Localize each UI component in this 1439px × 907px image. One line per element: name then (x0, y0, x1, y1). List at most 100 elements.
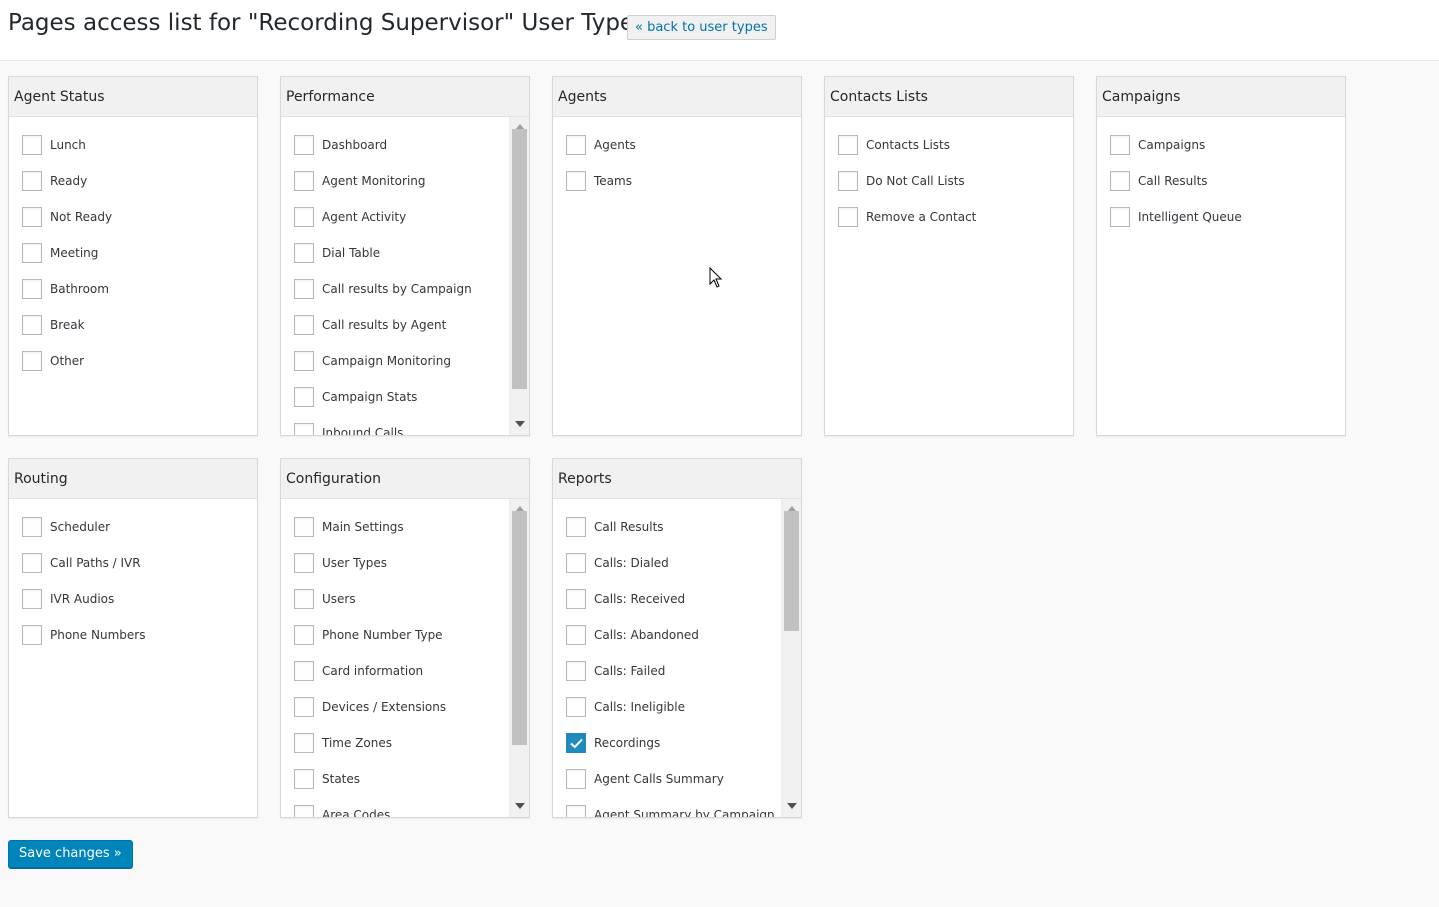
checkbox-label: Call Results (1138, 174, 1208, 188)
scroll-down-arrow-icon[interactable] (787, 803, 797, 809)
checkbox-label: Inbound Calls (322, 426, 404, 435)
checkbox-list: Contacts Lists Do Not Call Lists Remove a … (825, 117, 1073, 435)
checkbox[interactable] (294, 315, 314, 335)
checkbox-label: Call Paths / IVR (50, 556, 141, 570)
checkbox[interactable] (294, 625, 314, 645)
checkbox-label: Calls: Abandoned (594, 628, 699, 642)
checkbox[interactable] (22, 517, 42, 537)
checkbox-label: User Types (322, 556, 387, 570)
checkbox-label: Do Not Call Lists (866, 174, 965, 188)
checkbox-checked[interactable] (566, 733, 586, 753)
panel-title: Agents (553, 77, 801, 117)
checkbox-label: Users (322, 592, 356, 606)
checkbox[interactable] (294, 733, 314, 753)
checkbox[interactable] (294, 387, 314, 407)
checkbox[interactable] (294, 351, 314, 371)
checkbox[interactable] (22, 135, 42, 155)
checkbox[interactable] (1110, 207, 1130, 227)
panel-title: Routing (9, 459, 257, 499)
checkbox-label: Agent Calls Summary (594, 772, 724, 786)
checkbox[interactable] (566, 553, 586, 573)
panel-performance: Performance Dashboard Agent Monitoring Age… (280, 76, 530, 436)
panel-title: Performance (281, 77, 529, 117)
checkbox[interactable] (294, 589, 314, 609)
checkbox[interactable] (566, 589, 586, 609)
checkbox[interactable] (566, 625, 586, 645)
checkbox-label: Teams (594, 174, 632, 188)
checkbox-label: Call Results (594, 520, 664, 534)
checkbox-label: States (322, 772, 361, 786)
checkbox[interactable] (294, 769, 314, 789)
page-header: Pages access list for "Recording Supervi… (0, 0, 1439, 61)
checkbox[interactable] (294, 517, 314, 537)
page-title: Pages access list for "Recording Supervi… (8, 10, 635, 36)
checkbox[interactable] (294, 135, 314, 155)
checkbox[interactable] (1110, 171, 1130, 191)
checkbox[interactable] (294, 553, 314, 573)
panel-title: Contacts Lists (825, 77, 1073, 117)
checkbox-label: IVR Audios (50, 592, 115, 606)
checkbox[interactable] (22, 243, 42, 263)
panel-contacts-lists: Contacts Lists Contacts Lists Do Not Call… (824, 76, 1074, 436)
checkbox[interactable] (22, 553, 42, 573)
checkbox[interactable] (566, 135, 586, 155)
checkbox[interactable] (838, 207, 858, 227)
checkbox-label: Campaign Monitoring (322, 354, 451, 368)
checkbox-label: Card information (322, 664, 424, 678)
checkbox-label: Meeting (50, 246, 99, 260)
scrollbar[interactable] (781, 499, 801, 817)
checkbox[interactable] (22, 279, 42, 299)
checkbox[interactable] (294, 207, 314, 227)
checkbox-list: Dashboard Agent Monitoring Agent Activity D… (281, 117, 509, 435)
checkbox-label: Agent Activity (322, 210, 407, 224)
checkbox-label: Break (50, 318, 85, 332)
checkbox-label: Calls: Ineligible (594, 700, 685, 714)
scrollbar-thumb[interactable] (512, 511, 527, 745)
checkbox[interactable] (1110, 135, 1130, 155)
back-to-user-types-link[interactable]: « back to user types (627, 15, 776, 40)
panel-reports: Reports Call Results Calls: Dialed Calls: … (552, 458, 802, 818)
checkbox[interactable] (294, 697, 314, 717)
panel-agent-status: Agent Status Lunch Ready Not Ready Meeting B… (8, 76, 258, 436)
checkbox[interactable] (294, 171, 314, 191)
checkbox-label: Call results by Agent (322, 318, 447, 332)
checkbox-label: Agent Monitoring (322, 174, 426, 188)
checkbox[interactable] (22, 171, 42, 191)
checkbox[interactable] (566, 805, 586, 817)
checkbox[interactable] (566, 171, 586, 191)
checkbox[interactable] (294, 423, 314, 435)
scrollbar[interactable] (509, 117, 529, 435)
checkbox-label: Ready (50, 174, 88, 188)
panel-title: Configuration (281, 459, 529, 499)
checkbox-label: Calls: Failed (594, 664, 666, 678)
panel-routing: Routing Scheduler Call Paths / IVR IVR Aud… (8, 458, 258, 818)
checkbox[interactable] (22, 625, 42, 645)
checkbox[interactable] (294, 243, 314, 263)
checkbox[interactable] (838, 171, 858, 191)
scrollbar-thumb[interactable] (512, 129, 527, 389)
checkbox[interactable] (566, 697, 586, 717)
checkbox[interactable] (566, 517, 586, 537)
checkbox-label: Lunch (50, 138, 86, 152)
checkbox[interactable] (566, 661, 586, 681)
panel-title: Reports (553, 459, 801, 499)
checkbox[interactable] (294, 661, 314, 681)
scrollbar[interactable] (509, 499, 529, 817)
checkbox[interactable] (22, 315, 42, 335)
panel-configuration: Configuration Main Settings User Types Use… (280, 458, 530, 818)
checkbox[interactable] (22, 351, 42, 371)
mouse-cursor-icon (709, 267, 723, 288)
checkbox-label: Agents (594, 138, 636, 152)
checkbox[interactable] (838, 135, 858, 155)
checkbox[interactable] (294, 805, 314, 817)
checkbox[interactable] (294, 279, 314, 299)
scroll-down-arrow-icon[interactable] (515, 421, 525, 427)
scrollbar-thumb[interactable] (784, 511, 799, 631)
checkbox[interactable] (566, 769, 586, 789)
checkbox[interactable] (22, 207, 42, 227)
scroll-down-arrow-icon[interactable] (515, 803, 525, 809)
checkbox-list: Scheduler Call Paths / IVR IVR Audios Phone… (9, 499, 257, 817)
save-changes-button[interactable]: Save changes » (8, 840, 133, 868)
checkmark-icon (570, 738, 583, 749)
checkbox[interactable] (22, 589, 42, 609)
